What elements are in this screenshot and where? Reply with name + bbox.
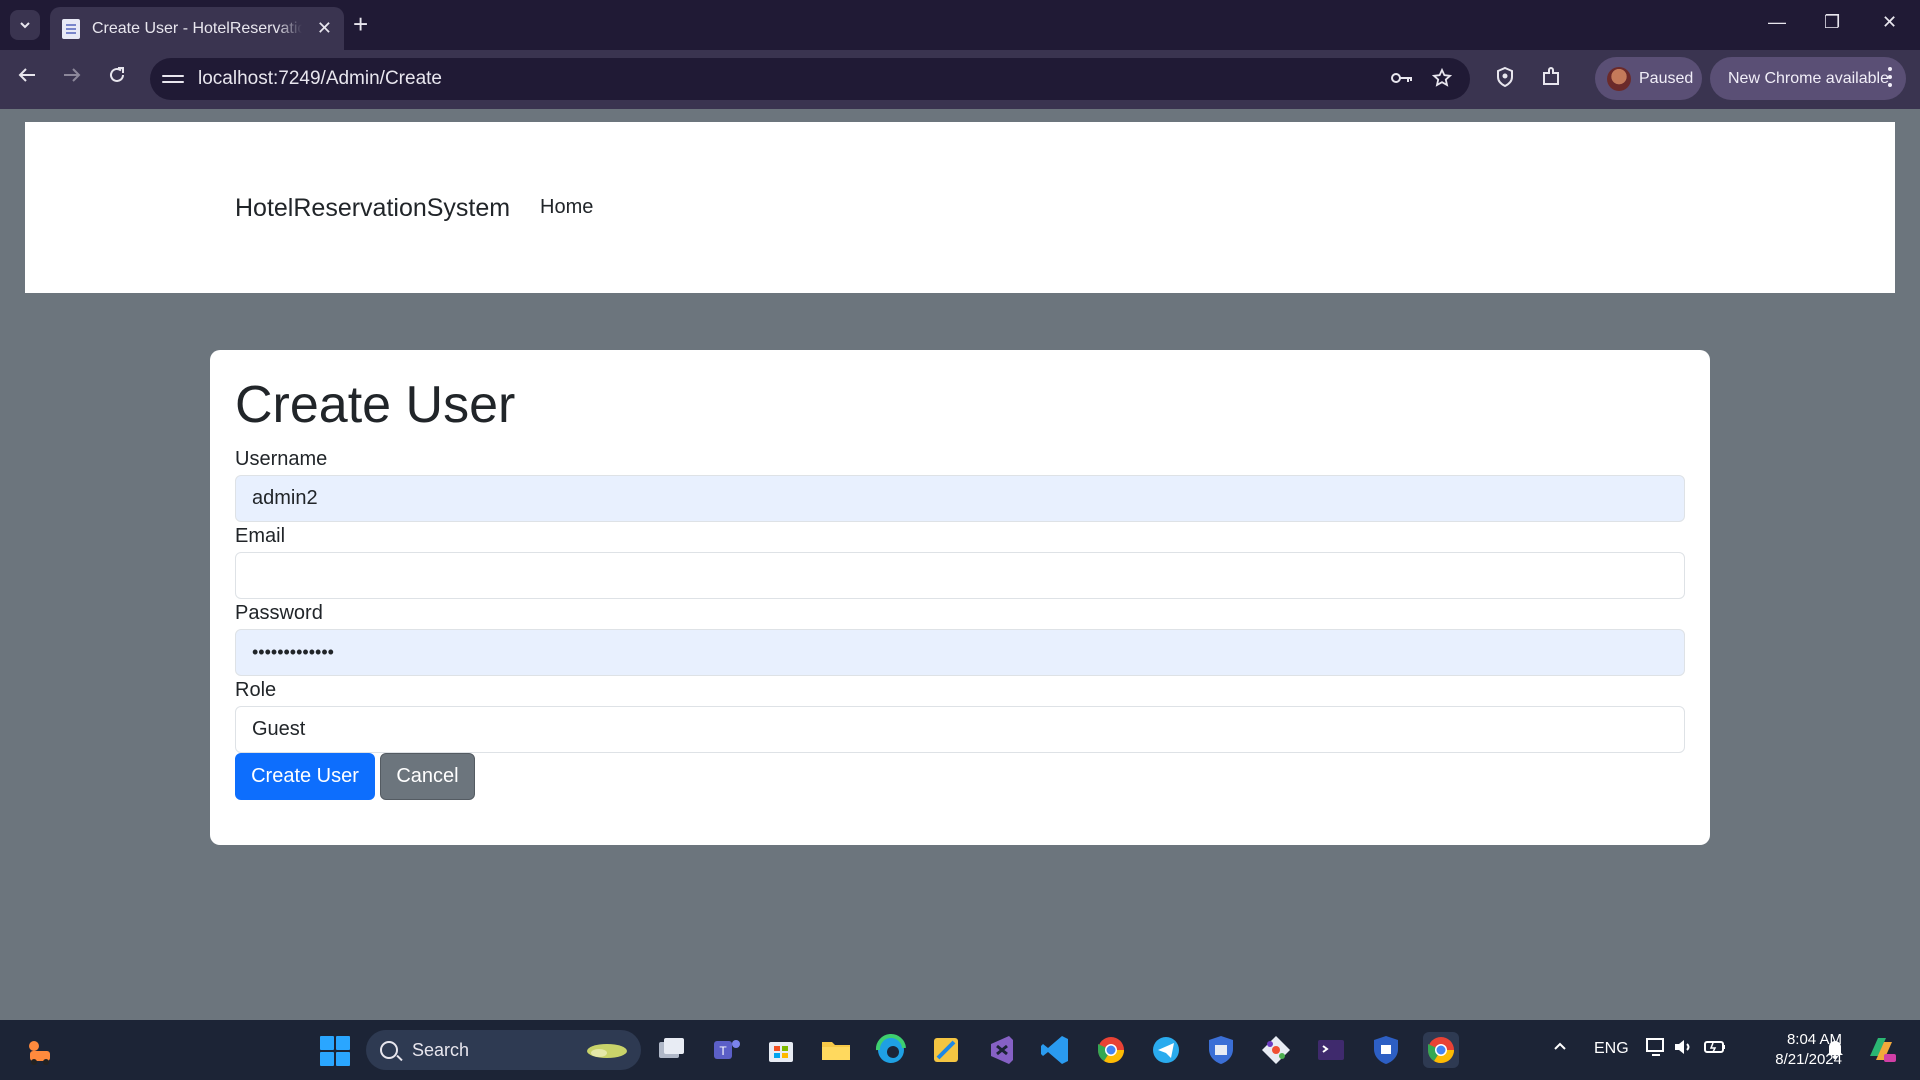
reload-button[interactable]	[102, 64, 132, 92]
address-bar[interactable]: localhost:7249/Admin/Create	[150, 58, 1470, 100]
avatar	[1607, 66, 1631, 91]
telegram-icon[interactable]	[1148, 1032, 1184, 1068]
chrome-active-icon[interactable]	[1423, 1032, 1459, 1068]
role-input[interactable]: Guest	[235, 706, 1685, 753]
start-windows-icon[interactable]	[320, 1036, 350, 1066]
browser-titlebar: Create User - HotelReservationSystem ✕ +…	[0, 0, 1920, 50]
microsoft-store-icon[interactable]	[763, 1032, 799, 1068]
browser-toolbar: localhost:7249/Admin/Create Paused New C…	[0, 50, 1920, 109]
page-title: Create User	[235, 376, 516, 434]
restore-button[interactable]: ❐	[1824, 12, 1840, 33]
tab-close-icon[interactable]: ✕	[317, 18, 332, 39]
update-label: New Chrome available	[1728, 69, 1889, 87]
site-info-icon[interactable]	[162, 68, 184, 90]
taskbar-search-label: Search	[412, 1039, 470, 1060]
edge-icon[interactable]	[873, 1032, 909, 1068]
tab-search-button[interactable]	[10, 10, 40, 40]
chrome-icon[interactable]	[1093, 1032, 1129, 1068]
role-label: Role	[235, 679, 277, 701]
task-view-icon[interactable]	[653, 1032, 689, 1068]
search-highlight-icon	[587, 1044, 627, 1058]
visual-studio-icon[interactable]	[983, 1032, 1019, 1068]
profile-paused-button[interactable]: Paused	[1595, 57, 1702, 100]
username-input[interactable]: admin2	[235, 475, 1685, 522]
create-user-button[interactable]: Create User	[235, 753, 375, 800]
back-arrow-icon	[18, 68, 35, 82]
notification-bell-icon[interactable]	[1825, 1038, 1845, 1065]
input-language[interactable]: ENG	[1594, 1040, 1629, 1058]
defender-shield-icon[interactable]	[1368, 1032, 1404, 1068]
create-user-card: Create User Username admin2 Email Passwo…	[210, 350, 1710, 845]
security-shield-icon[interactable]	[1203, 1032, 1239, 1068]
site-navbar: HotelReservationSystem Home	[25, 122, 1895, 293]
windows-taskbar: Search T ENG 8:04 AM 8/21/2024	[0, 1020, 1920, 1080]
url-text[interactable]: localhost:7249/Admin/Create	[198, 68, 442, 90]
copilot-icon[interactable]	[1864, 1032, 1898, 1071]
volume-icon[interactable]	[1672, 1036, 1694, 1063]
username-label: Username	[235, 448, 328, 470]
cancel-button[interactable]: Cancel	[380, 753, 475, 800]
password-input[interactable]: •••••••••••••	[235, 629, 1685, 676]
extensions-puzzle-icon[interactable]	[1540, 66, 1562, 94]
kebab-menu-icon[interactable]	[1888, 67, 1892, 87]
back-button[interactable]	[12, 64, 42, 92]
search-icon	[380, 1041, 398, 1059]
network-icon[interactable]	[1645, 1036, 1667, 1063]
bookmark-star-icon[interactable]	[1431, 67, 1453, 94]
new-chrome-available-button[interactable]: New Chrome available	[1710, 57, 1906, 100]
profile-status-label: Paused	[1639, 69, 1694, 87]
tab-title: Create User - HotelReservationSystem	[92, 19, 302, 37]
file-explorer-icon[interactable]	[818, 1032, 854, 1068]
page-favicon-icon	[62, 18, 80, 39]
new-tab-button[interactable]: +	[353, 11, 368, 37]
teams-icon[interactable]: T	[708, 1032, 744, 1068]
git-icon[interactable]	[1258, 1032, 1294, 1068]
forward-button[interactable]	[57, 64, 87, 92]
weather-widget-icon[interactable]	[22, 1034, 56, 1068]
browser-tab-active[interactable]: Create User - HotelReservationSystem ✕	[50, 7, 344, 50]
reload-icon	[110, 67, 124, 82]
terminal-icon[interactable]	[1313, 1032, 1349, 1068]
shield-extension-icon[interactable]	[1495, 66, 1515, 94]
battery-icon[interactable]	[1703, 1036, 1727, 1063]
navbar-brand[interactable]: HotelReservationSystem	[235, 194, 510, 223]
minimize-button[interactable]: —	[1768, 12, 1786, 33]
chevron-down-icon	[20, 22, 30, 29]
password-key-icon[interactable]	[1390, 68, 1414, 94]
forward-arrow-icon	[64, 68, 81, 82]
taskbar-search-box[interactable]: Search	[366, 1030, 641, 1070]
password-label: Password	[235, 602, 323, 624]
tray-overflow-chevron-icon[interactable]	[1552, 1038, 1568, 1059]
email-label: Email	[235, 525, 286, 547]
diagram-app-icon[interactable]	[928, 1032, 964, 1068]
vscode-icon[interactable]	[1038, 1032, 1074, 1068]
nav-link-home[interactable]: Home	[540, 196, 593, 219]
window-close-button[interactable]: ✕	[1882, 12, 1897, 33]
email-input[interactable]	[235, 552, 1685, 599]
svg-text:T: T	[719, 1044, 727, 1058]
